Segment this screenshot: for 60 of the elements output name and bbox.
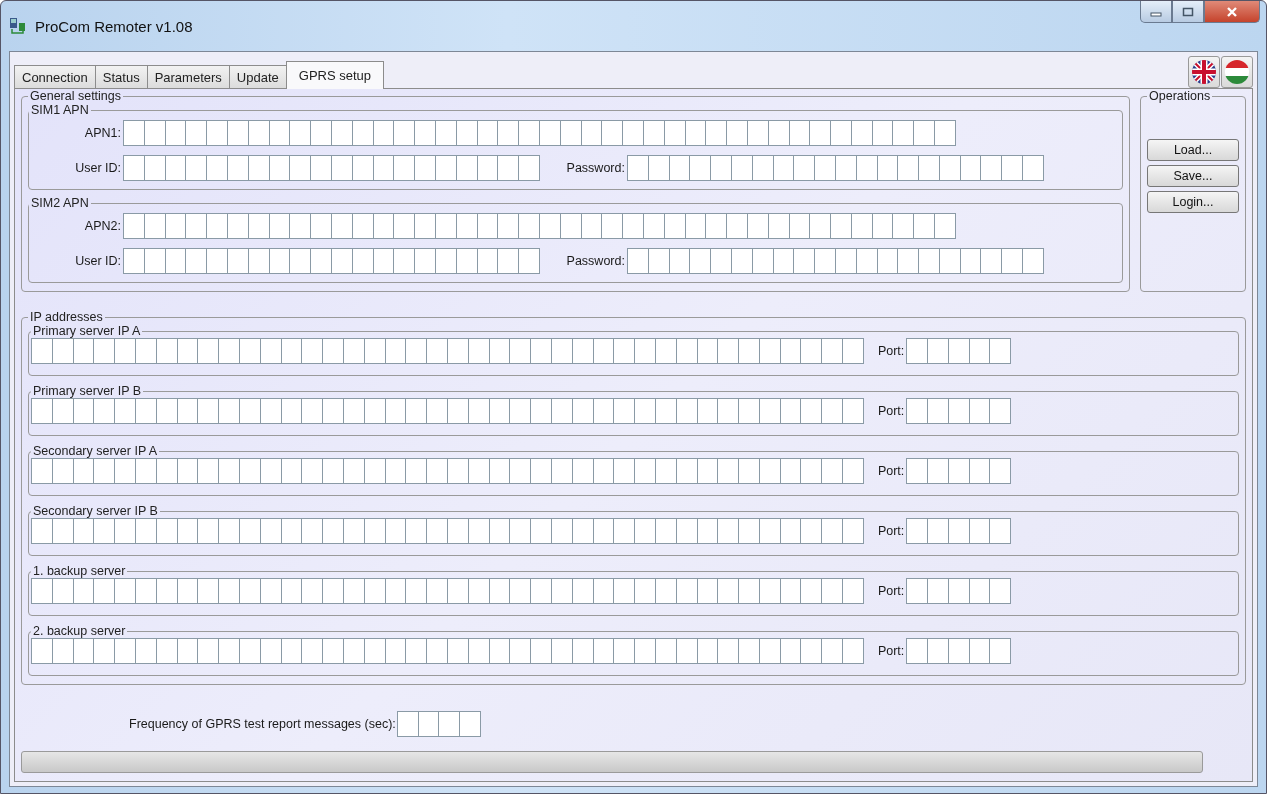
group-title: Primary server IP B	[32, 384, 143, 398]
field-label: Port:	[877, 464, 905, 478]
group-title: Secondary server IP A	[32, 444, 159, 458]
port-field[interactable]	[906, 518, 1012, 544]
port-field[interactable]	[906, 398, 1012, 424]
group-title: SIM2 APN	[30, 196, 90, 210]
tab[interactable]: GPRS setup	[285, 61, 385, 89]
tab[interactable]: Parameters	[146, 65, 230, 88]
field-label: User ID:	[74, 161, 122, 175]
field-label: Password:	[565, 161, 626, 175]
field-label: Port:	[877, 344, 905, 358]
group-title: Operations	[1148, 89, 1212, 103]
ip-address-field[interactable]	[31, 398, 864, 424]
port-field[interactable]	[906, 638, 1012, 664]
user-id-field[interactable]	[123, 248, 540, 274]
group-title: General settings	[29, 89, 123, 103]
ip-address-field[interactable]	[31, 578, 864, 604]
apn-field[interactable]	[123, 120, 956, 146]
ip-address-field[interactable]	[31, 638, 864, 664]
frequency-field[interactable]	[396, 711, 481, 737]
apn-field[interactable]	[123, 213, 956, 239]
app-icon	[9, 17, 27, 35]
port-field[interactable]	[906, 338, 1012, 364]
field-label: Password:	[565, 254, 626, 268]
group-title: IP addresses	[29, 310, 104, 324]
group-title: Secondary server IP B	[32, 504, 159, 518]
field-label: Port:	[877, 584, 905, 598]
group-title: Primary server IP A	[32, 324, 142, 338]
hungary-flag-button[interactable]	[1221, 56, 1253, 88]
close-button[interactable]	[1204, 1, 1260, 23]
field-label: Port:	[877, 644, 905, 658]
maximize-icon	[1182, 6, 1194, 17]
operation-button[interactable]: Load...	[1147, 139, 1239, 161]
field-label: APN1:	[83, 126, 122, 140]
password-field[interactable]	[626, 155, 1044, 181]
port-field[interactable]	[906, 458, 1012, 484]
field-label: User ID:	[74, 254, 122, 268]
field-label: Port:	[877, 524, 905, 538]
ip-address-field[interactable]	[31, 518, 864, 544]
minimize-button[interactable]	[1140, 1, 1172, 23]
password-field[interactable]	[626, 248, 1044, 274]
operation-button[interactable]: Login...	[1147, 191, 1239, 213]
maximize-button[interactable]	[1172, 1, 1204, 23]
operation-button[interactable]: Save...	[1147, 165, 1239, 187]
tab[interactable]: Status	[94, 65, 148, 88]
ip-address-field[interactable]	[31, 338, 864, 364]
tab[interactable]: Update	[228, 65, 287, 88]
ip-address-field[interactable]	[31, 458, 864, 484]
uk-flag-button[interactable]	[1188, 56, 1220, 88]
field-label: APN2:	[83, 219, 122, 233]
user-id-field[interactable]	[123, 155, 540, 181]
group-title: SIM1 APN	[30, 103, 90, 117]
group-title: 2. backup server	[32, 624, 127, 638]
tab[interactable]: Connection	[14, 65, 96, 88]
field-label: Port:	[877, 404, 905, 418]
close-icon	[1226, 6, 1238, 17]
port-field[interactable]	[906, 578, 1012, 604]
window-title: ProCom Remoter v1.08	[35, 17, 193, 35]
field-label: Frequency of GPRS test report messages (sec):	[129, 717, 396, 731]
group-title: 1. backup server	[32, 564, 127, 578]
